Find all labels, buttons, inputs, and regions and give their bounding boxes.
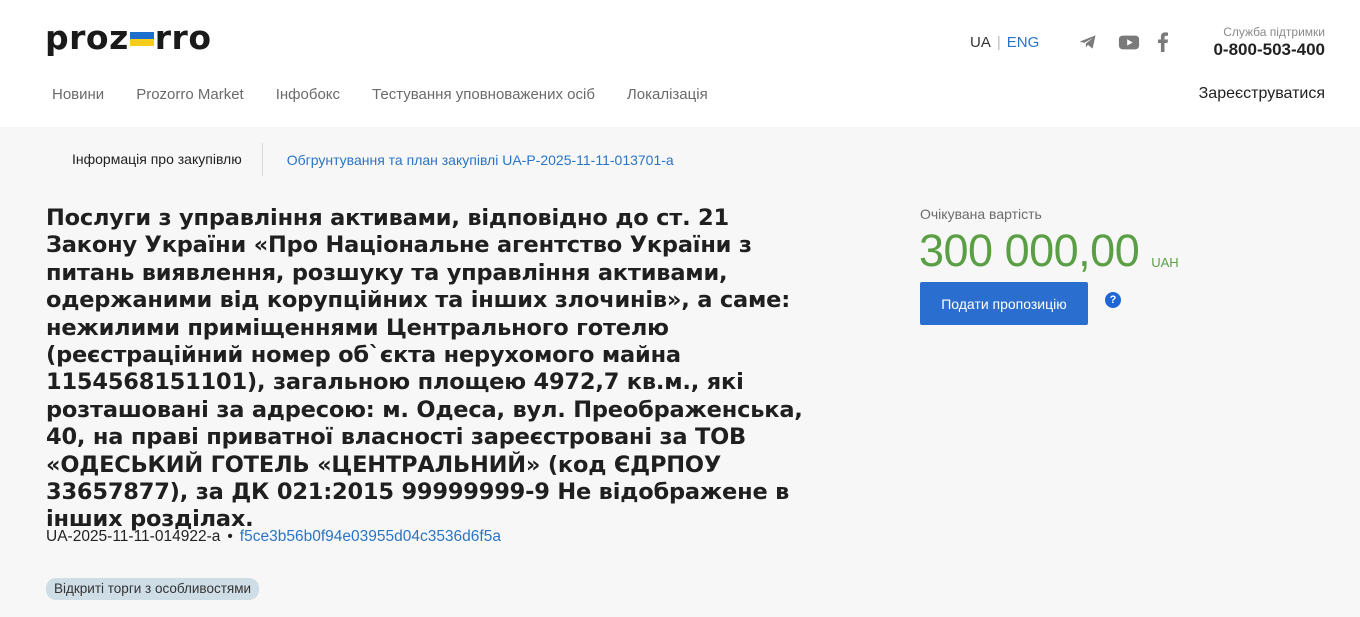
tender-tabs: Інформація про закупівлю Обгрунтування т…: [52, 143, 674, 176]
facebook-icon[interactable]: [1156, 32, 1170, 52]
procedure-badge: Відкриті торги з особливостями: [46, 578, 260, 600]
nav-item-testing[interactable]: Тестування уповноважених осіб: [372, 86, 595, 103]
header: proz rro UA | ENG Служба підтримки 0-800…: [0, 0, 1360, 127]
expected-value-label: Очікувана вартість: [920, 206, 1042, 222]
support-phone[interactable]: 0-800-503-400: [1213, 40, 1325, 60]
nav-item-localization[interactable]: Локалізація: [627, 86, 708, 103]
expected-value: 300 000,00 UAH: [919, 224, 1179, 278]
lang-eng[interactable]: ENG: [1007, 34, 1040, 51]
nav-item-market[interactable]: Prozorro Market: [136, 86, 244, 103]
telegram-icon[interactable]: [1078, 32, 1098, 52]
nav-item-news[interactable]: Новини: [52, 86, 104, 103]
tender-id: UA-2025-11-11-014922-a: [46, 528, 221, 545]
help-icon[interactable]: ?: [1105, 292, 1121, 308]
register-link[interactable]: Зареєструватися: [1199, 85, 1325, 103]
lang-separator: |: [996, 34, 1001, 51]
tab-plan-link[interactable]: Обгрунтування та план закупівлі UA-P-202…: [263, 152, 674, 168]
tender-hash-link[interactable]: f5ce3b56b0f94e03955d04c3536d6f5a: [240, 528, 501, 546]
tab-procurement-info[interactable]: Інформація про закупівлю: [52, 143, 263, 176]
logo-text-right: rro: [154, 18, 212, 57]
youtube-icon[interactable]: [1118, 32, 1140, 52]
ukraine-flag-icon: [129, 32, 154, 46]
language-switcher: UA | ENG: [970, 34, 1039, 51]
submit-bid-button[interactable]: Подати пропозицію: [920, 282, 1088, 325]
tender-ids: UA-2025-11-11-014922-a • f5ce3b56b0f94e0…: [46, 528, 501, 546]
expected-value-amount: 300 000,00: [919, 225, 1140, 276]
nav-item-infobox[interactable]: Інфобокс: [276, 86, 340, 103]
tender-title: Послуги з управління активами, відповідн…: [46, 205, 803, 533]
expected-value-currency: UAH: [1151, 255, 1179, 270]
id-separator: •: [227, 528, 233, 545]
support-label: Служба підтримки: [1223, 25, 1325, 39]
logo-text-left: proz: [45, 18, 129, 57]
support-block: Служба підтримки 0-800-503-400: [1213, 25, 1325, 60]
prozorro-logo[interactable]: proz rro: [45, 18, 212, 58]
lang-ua[interactable]: UA: [970, 34, 991, 51]
main-nav: Новини Prozorro Market Інфобокс Тестуван…: [52, 86, 740, 103]
